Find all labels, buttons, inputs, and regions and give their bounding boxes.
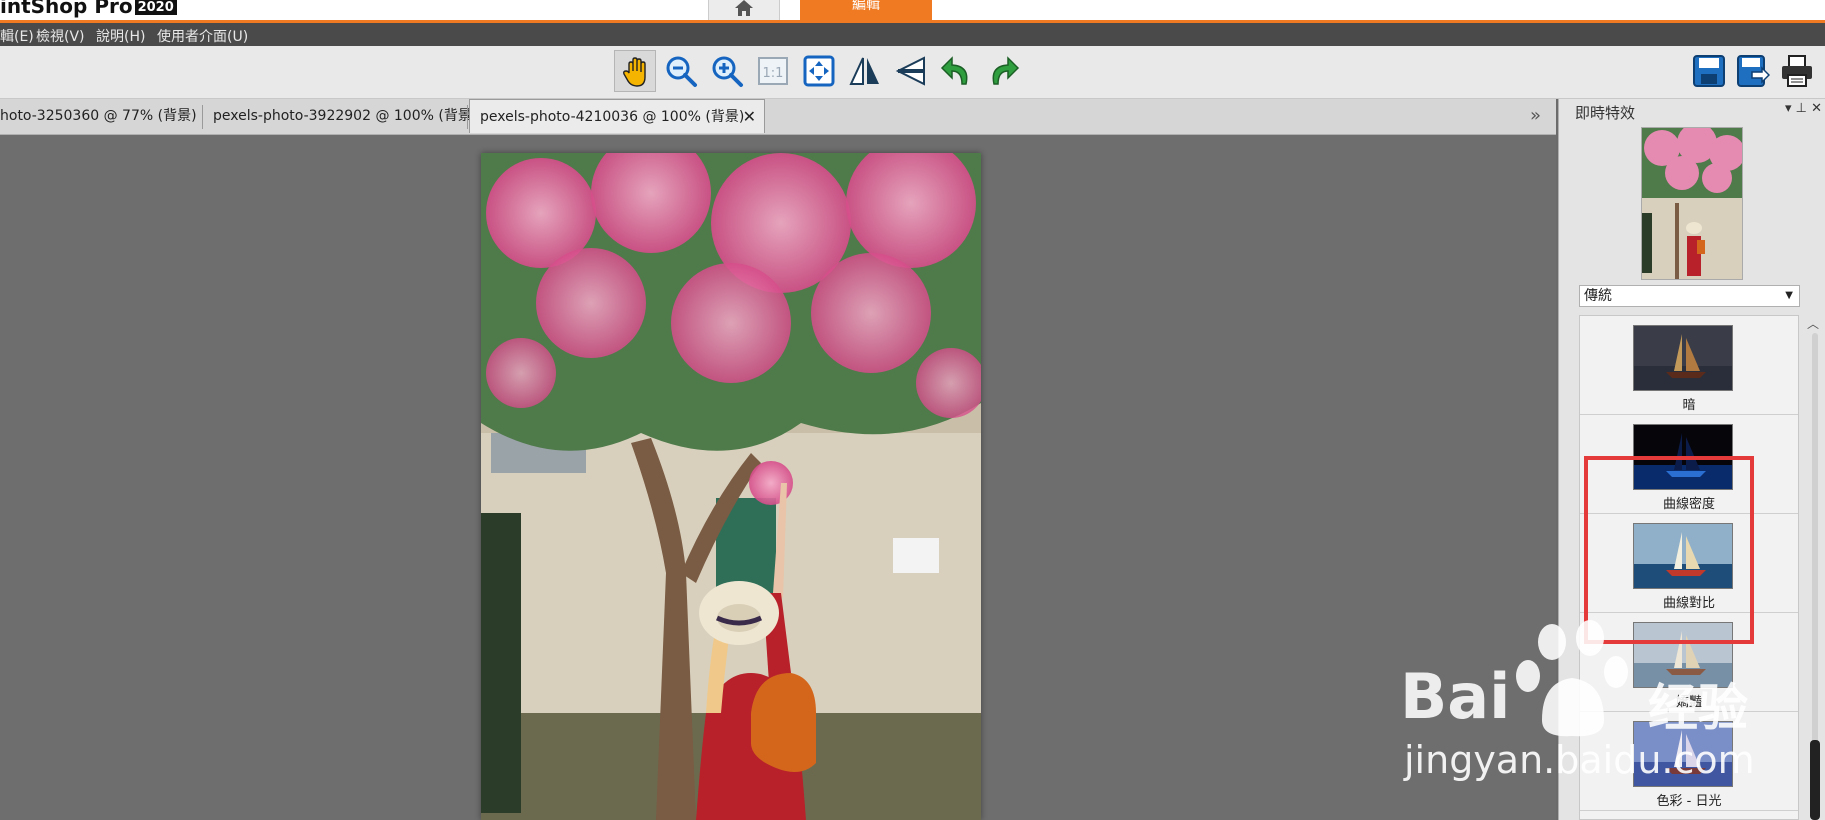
fit-window-icon bbox=[803, 55, 835, 87]
title-bar: intShop Pro 2020 編輯 bbox=[0, 0, 1825, 23]
close-icon[interactable]: ✕ bbox=[743, 100, 756, 134]
rotate-left-button[interactable] bbox=[936, 50, 978, 92]
rotate-right-button[interactable] bbox=[982, 50, 1024, 92]
highlight-annotation bbox=[1584, 456, 1754, 644]
flip-vertical-icon bbox=[895, 56, 925, 86]
menu-user-interface[interactable]: 使用者介面(U) bbox=[157, 26, 248, 46]
effect-item-dark[interactable]: 暗 bbox=[1580, 316, 1798, 415]
print-button[interactable] bbox=[1776, 50, 1818, 92]
flip-horizontal-icon bbox=[849, 57, 879, 85]
photo-image bbox=[481, 153, 981, 820]
flip-vertical-button[interactable] bbox=[890, 50, 932, 92]
doc-tab-1[interactable]: hoto-3250360 @ 77% (背景) bbox=[0, 99, 198, 133]
toolbar: 1:1 bbox=[0, 46, 1825, 99]
svg-text:1:1: 1:1 bbox=[763, 66, 784, 81]
document-tabs: hoto-3250360 @ 77% (背景) pexels-photo-392… bbox=[0, 99, 1556, 135]
app-name: intShop Pro bbox=[0, 0, 133, 18]
zoom-out-icon bbox=[666, 56, 697, 87]
zoom-in-button[interactable] bbox=[706, 50, 748, 92]
paw-logo-icon bbox=[1516, 620, 1628, 737]
edit-tab[interactable]: 編輯 bbox=[800, 0, 932, 20]
effect-category-select[interactable]: 傳統 ▼ bbox=[1579, 285, 1800, 307]
home-tab[interactable] bbox=[708, 0, 780, 20]
baidu-watermark: Bai 经验 jingyan.baidu.com bbox=[1400, 620, 1820, 820]
watermark-brand: Bai bbox=[1400, 660, 1511, 733]
pan-tool-button[interactable] bbox=[614, 50, 656, 92]
home-icon bbox=[735, 0, 753, 16]
doc-tab-active-label: pexels-photo-4210036 @ 100% (背景) bbox=[480, 109, 745, 125]
zoom-in-icon bbox=[712, 56, 743, 87]
print-icon bbox=[1782, 55, 1812, 87]
effect-category-value: 傳統 bbox=[1584, 288, 1612, 304]
watermark-url: jingyan.baidu.com bbox=[1404, 738, 1755, 782]
effect-thumb-dark bbox=[1633, 325, 1733, 391]
effect-label: 暗 bbox=[1682, 398, 1696, 413]
chevron-down-icon: ▼ bbox=[1785, 290, 1793, 301]
chevron-up-icon[interactable]: ︿ bbox=[1807, 315, 1819, 332]
save-icon bbox=[1693, 55, 1725, 87]
image-canvas[interactable] bbox=[0, 135, 1556, 820]
menu-view[interactable]: 檢視(V) bbox=[36, 26, 85, 46]
tab-separator bbox=[202, 105, 203, 129]
save-as-icon bbox=[1737, 55, 1770, 87]
flip-horizontal-button[interactable] bbox=[844, 50, 886, 92]
app-title: intShop Pro 2020 bbox=[0, 0, 177, 18]
actual-size-button[interactable]: 1:1 bbox=[752, 50, 794, 92]
panel-title: 即時特效 bbox=[1575, 104, 1636, 122]
doc-tab-2[interactable]: pexels-photo-3922902 @ 100% (背景) bbox=[213, 99, 477, 133]
menu-edit[interactable]: 輯(E) bbox=[0, 26, 34, 46]
effect-preview-image bbox=[1641, 127, 1743, 280]
app-year: 2020 bbox=[134, 0, 177, 15]
rotate-left-icon bbox=[940, 56, 968, 85]
hand-icon bbox=[623, 57, 646, 87]
fit-window-button[interactable] bbox=[798, 50, 840, 92]
panel-controls[interactable]: ▾ ⊥ ✕ bbox=[1785, 101, 1822, 116]
tabs-overflow-icon[interactable]: » bbox=[1530, 99, 1541, 133]
menu-bar: 輯(E) 檢視(V) 說明(H) 使用者介面(U) bbox=[0, 23, 1825, 46]
save-as-button[interactable] bbox=[1732, 50, 1774, 92]
watermark-brand-cn: 经验 bbox=[1648, 679, 1748, 737]
doc-tab-active[interactable]: pexels-photo-4210036 @ 100% (背景) ✕ bbox=[469, 99, 765, 133]
zoom-out-button[interactable] bbox=[660, 50, 702, 92]
menu-help[interactable]: 說明(H) bbox=[96, 26, 145, 46]
rotate-right-icon bbox=[992, 56, 1020, 85]
actual-size-icon: 1:1 bbox=[758, 57, 788, 85]
tab-separator bbox=[467, 105, 468, 129]
save-button[interactable] bbox=[1688, 50, 1730, 92]
